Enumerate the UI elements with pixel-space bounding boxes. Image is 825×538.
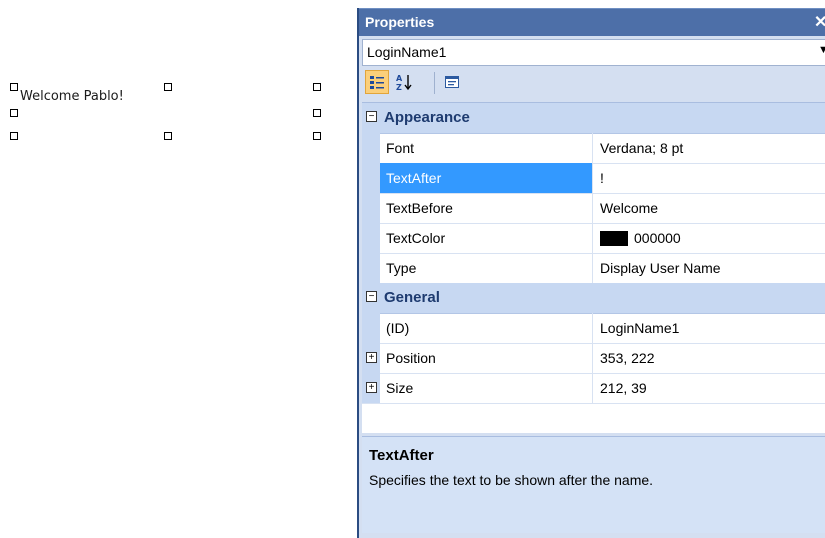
property-name: TextColor xyxy=(386,230,446,246)
properties-toolbar: A Z xyxy=(362,68,825,98)
expand-icon[interactable]: + xyxy=(366,382,377,393)
resize-handle-middle-left[interactable] xyxy=(10,109,18,117)
design-surface: Welcome Pablo! xyxy=(0,0,357,531)
resize-handle-top-right[interactable] xyxy=(313,83,321,91)
close-icon[interactable]: ✕ xyxy=(814,12,825,32)
collapse-icon[interactable]: − xyxy=(366,291,377,302)
property-row-position[interactable]: + Position 353, 222 xyxy=(362,343,825,374)
resize-handle-top-middle[interactable] xyxy=(164,83,172,91)
property-row-id[interactable]: (ID) LoginName1 xyxy=(362,313,825,344)
description-pane: TextAfter Specifies the text to be shown… xyxy=(362,436,825,533)
object-selector-value: LoginName1 xyxy=(367,44,447,60)
category-label: Appearance xyxy=(384,109,470,126)
properties-title-bar[interactable]: Properties ✕ xyxy=(359,8,825,37)
resize-handle-bottom-middle[interactable] xyxy=(164,132,172,140)
property-value[interactable]: 212, 39 xyxy=(600,380,647,396)
property-row-textcolor[interactable]: TextColor 000000 xyxy=(362,223,825,254)
svg-text:Z: Z xyxy=(396,83,402,91)
color-swatch xyxy=(600,231,628,246)
toolbar-separator xyxy=(434,72,435,94)
resize-handle-top-left[interactable] xyxy=(10,83,18,91)
chevron-down-icon[interactable]: ▼ xyxy=(818,44,825,56)
expand-icon[interactable]: + xyxy=(366,352,377,363)
description-text: Specifies the text to be shown after the… xyxy=(369,472,654,488)
property-value[interactable]: ! xyxy=(600,170,604,186)
property-value[interactable]: Display User Name xyxy=(600,260,721,276)
properties-title: Properties xyxy=(365,14,435,30)
property-name: (ID) xyxy=(386,320,410,336)
property-value[interactable]: 353, 222 xyxy=(600,350,655,366)
category-label: General xyxy=(384,289,440,306)
property-value[interactable]: 000000 xyxy=(634,230,681,246)
property-value[interactable]: Verdana; 8 pt xyxy=(600,140,683,156)
property-name: Font xyxy=(386,140,415,156)
resize-handle-bottom-right[interactable] xyxy=(313,132,321,140)
property-value[interactable]: LoginName1 xyxy=(600,320,679,336)
property-name: Type xyxy=(386,260,417,276)
property-name: TextAfter xyxy=(386,170,442,186)
description-title: TextAfter xyxy=(369,447,434,464)
properties-body: LoginName1 ▼ A Z − Appearance Font Verda… xyxy=(359,36,825,538)
category-general[interactable]: − General xyxy=(362,283,825,314)
property-grid: − Appearance Font Verdana; 8 pt TextAfte… xyxy=(362,102,825,433)
property-name: TextBefore xyxy=(386,200,453,216)
property-row-textafter[interactable]: TextAfter ! xyxy=(362,163,825,194)
login-name-control-text[interactable]: Welcome Pablo! xyxy=(20,89,124,104)
property-value[interactable]: Welcome xyxy=(600,200,658,216)
property-name: Size xyxy=(386,380,414,396)
category-appearance[interactable]: − Appearance xyxy=(362,103,825,134)
property-row-font[interactable]: Font Verdana; 8 pt xyxy=(362,133,825,164)
alphabetical-sort-icon[interactable]: A Z xyxy=(392,70,416,94)
categorized-icon[interactable] xyxy=(365,70,389,94)
object-selector-dropdown[interactable]: LoginName1 ▼ xyxy=(362,39,825,66)
property-row-textbefore[interactable]: TextBefore Welcome xyxy=(362,193,825,224)
properties-window: Properties ✕ LoginName1 ▼ A Z − Appearan… xyxy=(357,8,825,538)
svg-text:A: A xyxy=(396,74,403,83)
property-row-type[interactable]: Type Display User Name xyxy=(362,253,825,284)
resize-handle-bottom-left[interactable] xyxy=(10,132,18,140)
property-name: Position xyxy=(386,350,436,366)
resize-handle-middle-right[interactable] xyxy=(313,109,321,117)
collapse-icon[interactable]: − xyxy=(366,111,377,122)
property-pages-icon[interactable] xyxy=(440,70,464,94)
property-row-size[interactable]: + Size 212, 39 xyxy=(362,373,825,404)
